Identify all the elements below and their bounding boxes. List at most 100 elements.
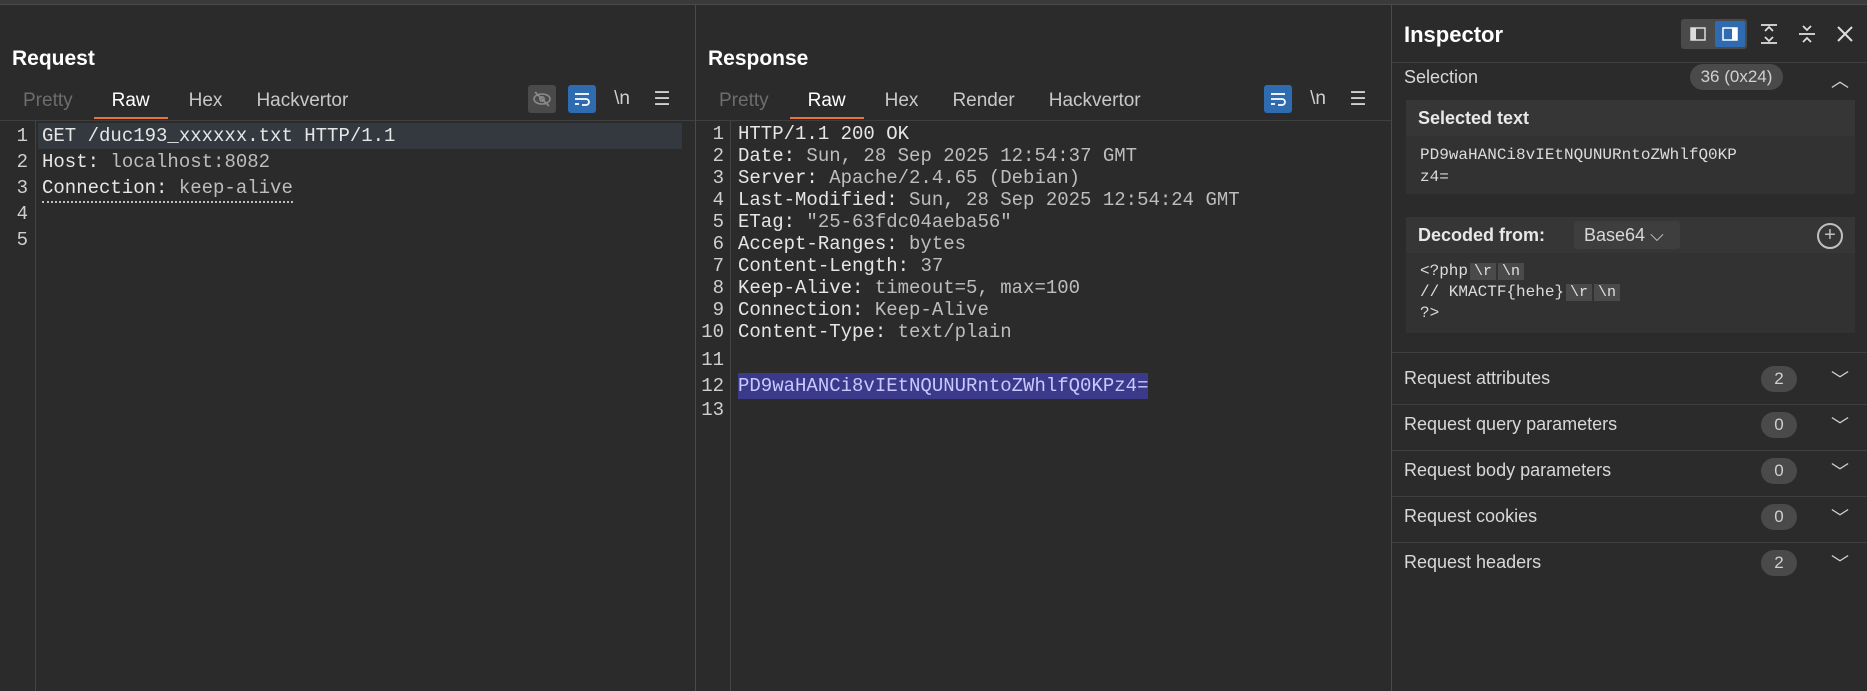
section-label: Request headers [1404, 552, 1542, 572]
response-line: 13 [696, 397, 1391, 423]
header-value: Apache/2.4.65 (Debian) [829, 167, 1081, 189]
response-tab-hackvertor[interactable]: Hackvertor [1043, 85, 1147, 117]
selected-text-value[interactable]: PD9waHANCi8vIEtNQUNURntoZWhlfQ0KP z4= [1420, 144, 1737, 188]
section-label: Request cookies [1404, 506, 1538, 526]
close-icon[interactable] [1829, 19, 1861, 49]
request-tab-raw[interactable]: Raw [93, 85, 168, 119]
request-line: 4 [0, 201, 695, 227]
selection-label: Selection [1404, 67, 1479, 87]
section-count: 0 [1761, 412, 1797, 438]
header-value: text/plain [897, 321, 1012, 343]
response-tab-raw[interactable]: Raw [789, 85, 864, 119]
decoded-from-label: Decoded from: [1418, 225, 1546, 245]
header-value: keep-alive [178, 177, 293, 199]
section-label: Request query parameters [1404, 414, 1618, 434]
chevron-down-icon[interactable]: ﹀ [1831, 550, 1849, 576]
line-number: 1 [16, 125, 28, 147]
header-value: bytes [909, 233, 967, 255]
line-number: 3 [16, 177, 28, 199]
line-number: 5 [16, 229, 28, 251]
response-editor[interactable]: 1 HTTP/1.1 200 OK 2 Date: Sun, 28 Sep 20… [696, 121, 1391, 691]
add-decoding-icon[interactable]: + [1817, 223, 1843, 249]
line-number: 13 [701, 399, 724, 421]
header-value: 37 [920, 255, 944, 277]
header-name: Connection: [42, 177, 179, 199]
header-name: ETag: [738, 211, 807, 233]
header-value: Sun, 28 Sep 2025 12:54:24 GMT [909, 189, 1240, 211]
show-newlines-button[interactable]: \n [608, 85, 636, 113]
request-tab-hackvertor[interactable]: Hackvertor [250, 85, 354, 117]
request-tabs: Pretty Raw Hex Hackvertor [6, 85, 365, 119]
decoding-select-value: Base64 [1584, 225, 1646, 245]
request-line: 3 Connection: keep-alive [0, 175, 695, 203]
response-tab-pretty[interactable]: Pretty [713, 85, 775, 117]
response-title: Response [708, 47, 809, 70]
chevron-down-icon[interactable]: ﹀ [1831, 366, 1849, 392]
menu-icon[interactable]: ☰ [1344, 85, 1372, 113]
header-value: "25-63fdc04aeba56" [806, 211, 1012, 233]
expand-all-icon[interactable] [1753, 19, 1785, 49]
inspector-layout-toggle [1681, 19, 1747, 49]
response-tabs: Pretty Raw Hex Render Hackvertor [702, 85, 1158, 119]
response-tools: \n ☰ [1264, 85, 1372, 113]
header-name: Keep-Alive: [738, 277, 875, 299]
decoded-value[interactable]: <?php \r \n // KMACTF{hehe} \r \n ?> [1420, 261, 1621, 324]
inspector-divider [1392, 496, 1867, 497]
inspector-pane: Inspector Selection 36 (0x24) ︿ Selected… [1392, 5, 1867, 691]
request-line: 1 GET /duc193_xxxxxx.txt HTTP/1.1 [0, 123, 695, 149]
inspector-title: Inspector [1404, 22, 1504, 47]
response-tab-render[interactable]: Render [946, 85, 1020, 117]
request-line: 2 Host: localhost:8082 [0, 149, 695, 175]
line-number: 4 [16, 203, 28, 225]
section-label: Request body parameters [1404, 460, 1612, 480]
header-name: Content-Length: [738, 255, 921, 277]
show-newlines-button[interactable]: \n [1304, 85, 1332, 113]
section-label: Request attributes [1404, 368, 1551, 388]
request-title: Request [12, 47, 95, 70]
menu-icon[interactable]: ☰ [648, 85, 676, 113]
request-editor[interactable]: 1 GET /duc193_xxxxxx.txt HTTP/1.1 2 Host… [0, 121, 695, 691]
header-name: Accept-Ranges: [738, 233, 910, 255]
escape-badge: \n [1498, 263, 1525, 280]
header-name: Last-Modified: [738, 189, 910, 211]
inspector-divider [1392, 62, 1867, 63]
inspector-layout-right-button[interactable] [1715, 21, 1745, 47]
collapse-all-icon[interactable] [1791, 19, 1823, 49]
selected-text-title: Selected text [1418, 108, 1530, 128]
header-name: Content-Type: [738, 321, 898, 343]
inspector-divider [1392, 450, 1867, 451]
response-line: 11 [696, 347, 1391, 373]
section-count: 2 [1761, 366, 1797, 392]
request-tab-pretty[interactable]: Pretty [17, 85, 79, 117]
header-name: Connection: [738, 299, 875, 321]
wrap-lines-icon[interactable] [568, 85, 596, 113]
request-tab-hex[interactable]: Hex [183, 85, 229, 117]
chevron-up-icon[interactable]: ︿ [1831, 67, 1849, 93]
chevron-down-icon[interactable]: ﹀ [1831, 458, 1849, 484]
hide-eye-icon[interactable] [528, 85, 556, 113]
decoded-line: <?php [1420, 262, 1469, 280]
inspector-divider [1392, 404, 1867, 405]
line-number: 2 [16, 151, 28, 173]
wrap-lines-icon[interactable] [1264, 85, 1292, 113]
header-value: timeout=5, max=100 [874, 277, 1081, 299]
selected-body-text[interactable]: PD9waHANCi8vIEtNQUNURntoZWhlfQ0KPz4= [738, 373, 1149, 399]
escape-badge: \n [1594, 284, 1621, 301]
selected-text-line: PD9waHANCi8vIEtNQUNURntoZWhlfQ0KP [1420, 146, 1737, 164]
request-pane: Request Pretty Raw Hex Hackvertor \n ☰ 1… [0, 5, 696, 691]
header-value: localhost:8082 [110, 151, 271, 173]
line-number: 11 [701, 349, 724, 371]
inspector-layout-left-button[interactable] [1683, 21, 1713, 47]
decoding-select[interactable]: Base64 ⌵ [1574, 221, 1680, 249]
line-number: 12 [701, 375, 724, 397]
decoded-box: Decoded from: Base64 ⌵ + <?php \r \n // KM… [1406, 217, 1855, 333]
chevron-down-icon[interactable]: ﹀ [1831, 504, 1849, 530]
selected-text-box: Selected text PD9waHANCi8vIEtNQUNURntoZW… [1406, 100, 1855, 194]
chevron-down-icon[interactable]: ﹀ [1831, 412, 1849, 438]
decoded-header: Decoded from: Base64 ⌵ + [1406, 217, 1855, 253]
section-count: 0 [1761, 504, 1797, 530]
decoded-line: // KMACTF{hehe} [1420, 283, 1565, 301]
response-tab-hex[interactable]: Hex [879, 85, 925, 117]
line-number: 10 [701, 321, 724, 343]
escape-badge: \r [1566, 284, 1593, 301]
